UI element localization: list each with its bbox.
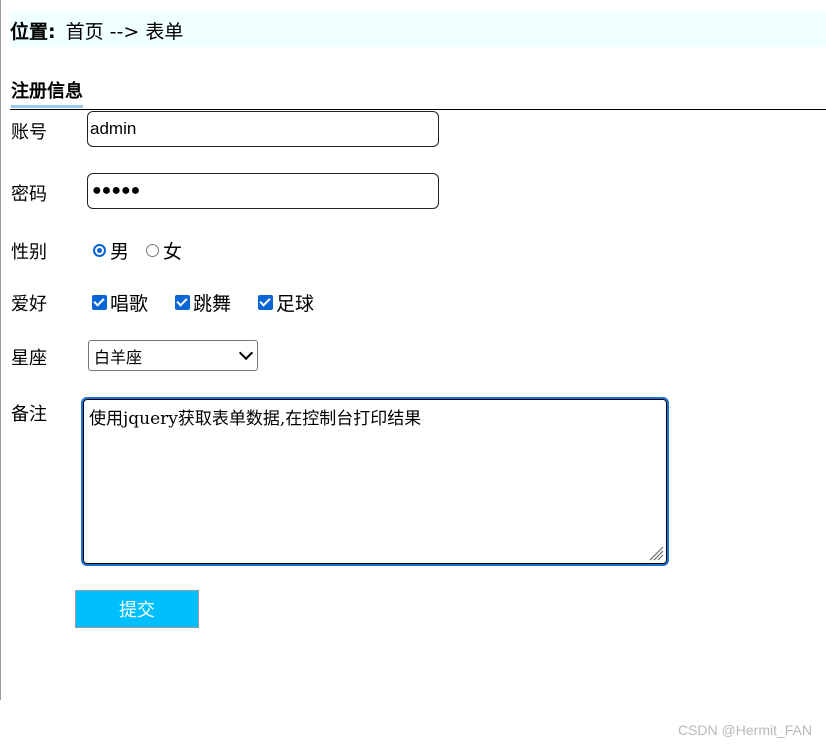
constellation-select[interactable]: 白羊座 [88,340,258,371]
breadcrumb-label: 位置: [10,20,56,43]
breadcrumb-path: 首页 --> 表单 [65,20,184,43]
password-masked-value: ●●●●● [92,182,141,199]
remark-value: 使用jquery获取表单数据,在控制台打印结果 [89,409,422,429]
gender-option-female[interactable]: 女 [146,237,182,264]
male-radio[interactable] [93,244,106,257]
chevron-down-icon [238,345,254,361]
dance-label: 跳舞 [193,293,232,315]
section-title: 注册信息 [11,80,83,108]
password-input[interactable]: ●●●●● [87,173,439,209]
remark-label: 备注 [11,404,47,425]
female-label: 女 [163,241,183,263]
gender-option-male[interactable]: 男 [93,237,129,264]
female-radio[interactable] [146,244,159,257]
resize-grip-icon[interactable] [648,545,664,561]
constellation-selected: 白羊座 [94,347,143,367]
hobby-label: 爱好 [11,294,47,315]
football-checkbox[interactable] [258,295,273,310]
sing-checkbox[interactable] [92,295,107,310]
account-input[interactable]: admin [87,111,439,147]
hobby-option-dance[interactable]: 跳舞 [175,289,231,316]
password-label: 密码 [11,184,47,205]
gender-label: 性别 [11,242,47,263]
hobby-option-football[interactable]: 足球 [258,289,314,316]
submit-button[interactable]: 提交 [75,590,199,628]
section-divider [10,109,826,110]
page-left-border [0,0,1,700]
account-label: 账号 [11,122,47,143]
dance-checkbox[interactable] [175,295,190,310]
remark-textarea[interactable]: 使用jquery获取表单数据,在控制台打印结果 [81,397,669,566]
male-label: 男 [110,241,130,263]
account-value: admin [90,119,137,138]
constellation-label: 星座 [11,348,47,369]
sing-label: 唱歌 [110,293,149,315]
breadcrumb: 位置: 首页 --> 表单 [10,11,826,47]
watermark: CSDN @Hermit_FAN [677,722,812,738]
football-label: 足球 [276,293,315,315]
hobby-option-sing[interactable]: 唱歌 [92,289,148,316]
